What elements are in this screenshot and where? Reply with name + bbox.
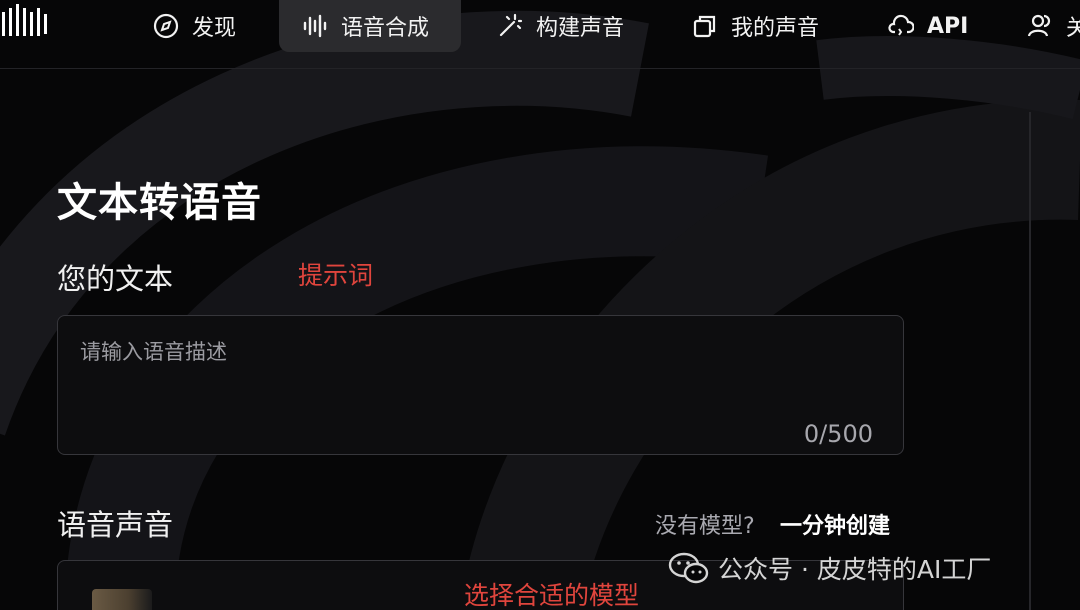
nav-discover[interactable]: 发现 bbox=[152, 0, 236, 52]
nav-about-label: 关 bbox=[1066, 16, 1080, 41]
nav-build-voice-label: 构建声音 bbox=[536, 16, 625, 41]
watermark-text: 公众号 · 皮皮特的AI工厂 bbox=[718, 555, 992, 584]
cloud-code-icon bbox=[887, 12, 915, 40]
char-counter: 0/500 bbox=[803, 420, 873, 448]
prompt-annotation: 提示词 bbox=[298, 261, 374, 290]
voice-label: 语音声音 bbox=[57, 508, 174, 542]
page-title: 文本转语音 bbox=[57, 180, 262, 226]
no-model-text: 没有模型? bbox=[655, 514, 755, 539]
nav-my-voices[interactable]: 我的声音 bbox=[691, 0, 819, 52]
create-in-one-minute-link[interactable]: 一分钟创建 bbox=[780, 508, 890, 540]
top-navigation: 发现 语音合成 构建声音 我的声音 API 关 bbox=[0, 0, 1080, 69]
wechat-icon bbox=[668, 552, 709, 584]
text-input-box: 0/500 bbox=[57, 315, 904, 455]
nav-my-voices-label: 我的声音 bbox=[731, 16, 820, 41]
logo-icon[interactable] bbox=[0, 2, 56, 40]
nav-build-voice[interactable]: 构建声音 bbox=[496, 0, 624, 52]
nav-about[interactable]: 关 bbox=[1026, 0, 1080, 52]
user-icon bbox=[1026, 12, 1054, 40]
nav-api[interactable]: API bbox=[887, 0, 968, 52]
panel-divider bbox=[1029, 112, 1031, 610]
nav-speech-synthesis[interactable]: 语音合成 bbox=[279, 0, 461, 52]
magic-wand-icon bbox=[496, 12, 524, 40]
watermark: 公众号 · 皮皮特的AI工厂 bbox=[668, 548, 991, 588]
cards-icon bbox=[691, 12, 719, 40]
voice-description-input[interactable] bbox=[58, 316, 903, 454]
select-model-annotation: 选择合适的模型 bbox=[464, 581, 640, 610]
nav-speech-synthesis-label: 语音合成 bbox=[341, 16, 430, 41]
nav-api-label: API bbox=[927, 13, 969, 39]
voice-thumbnail bbox=[92, 589, 152, 610]
compass-icon bbox=[152, 12, 180, 40]
app-window: 发现 语音合成 构建声音 我的声音 API 关 文本转语音 您的文本 提示词 请… bbox=[0, 0, 1080, 610]
your-text-label: 您的文本 bbox=[57, 262, 174, 296]
waveform-icon bbox=[301, 12, 329, 40]
nav-discover-label: 发现 bbox=[192, 16, 237, 41]
